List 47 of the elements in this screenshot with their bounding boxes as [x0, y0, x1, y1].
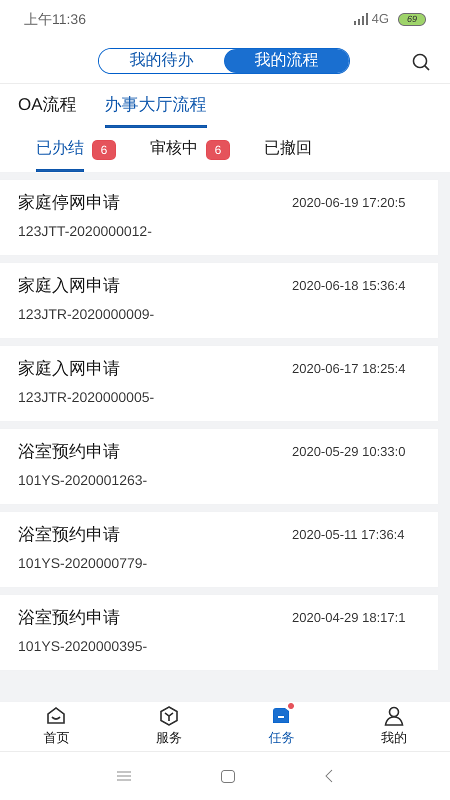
nav-tab[interactable]: 服务	[112, 702, 225, 751]
nav-tab[interactable]: 首页	[0, 702, 112, 751]
segment-tab[interactable]: 我的流程	[224, 48, 349, 72]
process-time: 2020-05-29 10:33:0	[292, 443, 406, 461]
status-tab[interactable]: 已撤回	[264, 128, 312, 172]
home-button-icon[interactable]	[221, 770, 235, 782]
process-number: 123JTT-2020000012-	[18, 222, 152, 241]
person-icon	[384, 706, 404, 726]
status-tab[interactable]: 审核中	[150, 128, 198, 172]
nav-tab[interactable]: 任务	[225, 702, 338, 751]
process-card[interactable]: 浴室预约申请 101YS-2020001263- 2020-05-29 10:33:0	[0, 429, 438, 504]
process-number: 123JTR-2020000005-	[18, 388, 154, 407]
process-title: 浴室预约申请	[18, 441, 120, 463]
process-card[interactable]: 浴室预约申请 101YS-2020000395- 2020-04-29 18:17:1	[0, 595, 438, 670]
process-number: 101YS-2020000395-	[18, 637, 148, 656]
count-badge: 6	[92, 140, 116, 160]
process-card[interactable]: 浴室预约申请 101YS-2020000779- 2020-05-11 17:36:4	[0, 512, 438, 587]
back-icon[interactable]	[325, 769, 333, 783]
search-icon[interactable]	[412, 53, 430, 71]
process-time: 2020-06-19 17:20:5	[292, 194, 406, 212]
process-number: 101YS-2020001263-	[18, 471, 148, 490]
process-title: 浴室预约申请	[18, 607, 120, 629]
folder-icon	[271, 706, 292, 726]
process-number: 123JTR-2020000009-	[18, 305, 154, 324]
process-time: 2020-04-29 18:17:1	[292, 609, 406, 627]
envelope-icon	[46, 706, 66, 726]
status-tab[interactable]: 已办结	[36, 128, 84, 172]
process-number: 101YS-2020000779-	[18, 554, 148, 573]
process-time: 2020-06-17 18:25:4	[292, 360, 406, 378]
count-badge: 6	[206, 140, 230, 160]
category-tab[interactable]: OA流程	[18, 84, 77, 128]
cube-icon	[158, 706, 179, 726]
process-card[interactable]: 家庭入网申请 123JTR-2020000005- 2020-06-17 18:25:4	[0, 346, 438, 421]
battery-icon: 69	[398, 12, 426, 26]
process-title: 家庭停网申请	[18, 192, 120, 214]
nav-tab[interactable]: 我的	[338, 702, 450, 751]
process-card[interactable]: 家庭停网申请 123JTT-2020000012- 2020-06-19 17:20:5	[0, 180, 438, 255]
process-card[interactable]: 家庭入网申请 123JTR-2020000009- 2020-06-18 15:36:4	[0, 263, 438, 338]
process-time: 2020-05-11 17:36:4	[292, 526, 405, 544]
process-title: 家庭入网申请	[18, 358, 120, 380]
status-time: 上午11:36	[24, 10, 86, 28]
menu-icon[interactable]	[117, 771, 131, 781]
process-time: 2020-06-18 15:36:4	[292, 277, 406, 295]
process-title: 家庭入网申请	[18, 275, 120, 297]
network-type: 4G	[372, 10, 389, 28]
signal-icon	[354, 13, 369, 25]
process-title: 浴室预约申请	[18, 524, 120, 546]
